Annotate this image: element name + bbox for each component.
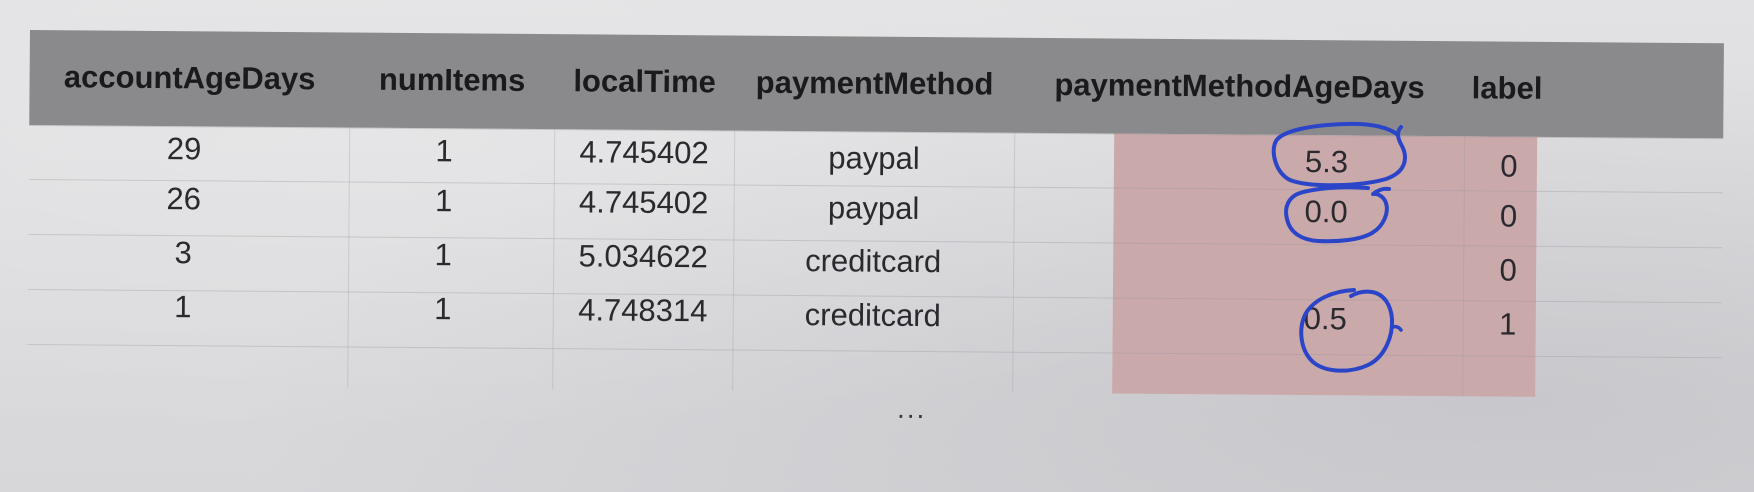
cell-numitems: 1: [435, 133, 453, 169]
column-header-numitems: numItems: [378, 61, 526, 98]
cell-paymentmethod: paypal: [828, 140, 920, 176]
cell-localtime: 4.748314: [578, 292, 708, 329]
column-header-label: label: [1471, 70, 1543, 106]
column-divider: [347, 127, 351, 388]
cell-label: 0: [1499, 198, 1518, 234]
cell-accountagedays: 29: [166, 131, 202, 167]
cell-paymentmethod: paypal: [827, 190, 920, 226]
cell-paymentmethod: creditcard: [804, 297, 941, 334]
cell-accountagedays: 1: [174, 289, 192, 325]
cell-localtime: 5.034622: [578, 238, 709, 275]
column-header-accountagedays: accountAgeDays: [63, 59, 316, 97]
more-rows-ellipsis: ...: [896, 392, 927, 425]
cell-label: 0: [1500, 148, 1518, 184]
cell-accountagedays: 26: [166, 181, 202, 217]
cell-accountagedays: 3: [174, 235, 193, 271]
cell-localtime: 4.745402: [579, 134, 709, 171]
cell-numitems: 1: [434, 237, 453, 273]
cell-numitems: 1: [434, 183, 453, 219]
cell-numitems: 1: [434, 291, 452, 327]
column-header-paymentmethodagedays: paymentMethodAgeDays: [1054, 67, 1425, 105]
data-table: accountAgeDays numItems localTime paymen…: [27, 30, 1724, 424]
cell-localtime: 4.745402: [578, 184, 709, 221]
cell-label: 1: [1498, 306, 1517, 342]
column-header-localtime: localTime: [573, 63, 716, 100]
cell-label: 0: [1499, 252, 1517, 288]
column-header-paymentmethod: paymentMethod: [755, 64, 994, 102]
cell-paymentmethod: creditcard: [805, 243, 942, 280]
